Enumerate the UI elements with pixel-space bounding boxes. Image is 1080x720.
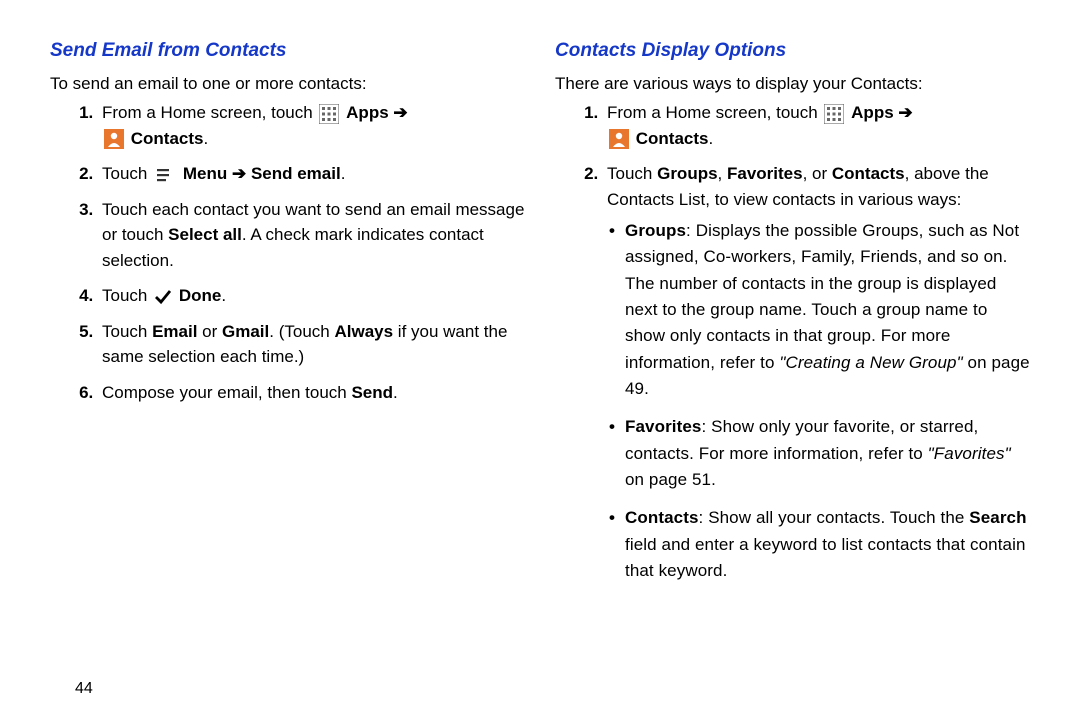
- text: Touch: [607, 164, 657, 183]
- step-6: Compose your email, then touch Send.: [98, 380, 525, 406]
- bullet-favorites: Favorites: Show only your favorite, or s…: [625, 414, 1030, 493]
- email-label: Email: [152, 322, 197, 341]
- text: , or: [803, 164, 832, 183]
- manual-page: Send Email from Contacts To send an emai…: [0, 0, 1080, 606]
- select-all-label: Select all: [168, 225, 242, 244]
- apps-label: Apps: [851, 103, 894, 122]
- text: Touch: [102, 322, 152, 341]
- send-label: Send: [351, 383, 393, 402]
- label: Groups: [625, 221, 686, 240]
- contacts-icon: [104, 129, 124, 149]
- step-2: Touch Menu ➔ Send email.: [98, 161, 525, 187]
- send-email-label: Send email: [251, 164, 341, 183]
- page-number: 44: [75, 680, 93, 698]
- step-3: Touch each contact you want to send an e…: [98, 197, 525, 274]
- contacts-tab-label: Contacts: [832, 164, 905, 183]
- gmail-label: Gmail: [222, 322, 269, 341]
- left-column: Send Email from Contacts To send an emai…: [50, 40, 525, 596]
- menu-label: Menu: [183, 164, 227, 183]
- favorites-label: Favorites: [727, 164, 803, 183]
- apps-grid-icon: [319, 104, 339, 124]
- text: field and enter a keyword to list contac…: [625, 535, 1026, 580]
- always-label: Always: [334, 322, 393, 341]
- reference-link: "Favorites": [928, 444, 1011, 463]
- contacts-icon: [609, 129, 629, 149]
- label: Favorites: [625, 417, 702, 436]
- search-label: Search: [969, 508, 1026, 527]
- text: From a Home screen, touch: [102, 103, 317, 122]
- arrow-icon: ➔: [232, 164, 246, 183]
- done-label: Done: [179, 286, 222, 305]
- apps-label: Apps: [346, 103, 389, 122]
- apps-grid-icon: [824, 104, 844, 124]
- groups-label: Groups: [657, 164, 717, 183]
- steps-list: From a Home screen, touch Apps ➔ Contact…: [50, 100, 525, 405]
- bullet-groups: Groups: Displays the possible Groups, su…: [625, 218, 1030, 402]
- section-heading-send-email: Send Email from Contacts: [50, 40, 525, 62]
- intro-text: There are various ways to display your C…: [555, 74, 1030, 94]
- text: : Show all your contacts. Touch the: [699, 508, 970, 527]
- arrow-icon: ➔: [898, 103, 912, 122]
- period: .: [221, 286, 226, 305]
- sub-bullet-list: Groups: Displays the possible Groups, su…: [607, 218, 1030, 584]
- text: Touch: [102, 164, 152, 183]
- bullet-contacts: Contacts: Show all your contacts. Touch …: [625, 505, 1030, 584]
- arrow-icon: ➔: [393, 103, 407, 122]
- text: or: [197, 322, 222, 341]
- text: From a Home screen, touch: [607, 103, 822, 122]
- period: .: [341, 164, 346, 183]
- text: ,: [718, 164, 727, 183]
- text: Touch: [102, 286, 152, 305]
- checkmark-icon: [154, 289, 172, 305]
- right-column: Contacts Display Options There are vario…: [555, 40, 1030, 596]
- contacts-label: Contacts: [636, 129, 709, 148]
- step-4: Touch Done.: [98, 283, 525, 309]
- text: on page 51.: [625, 470, 716, 489]
- reference-link: "Creating a New Group": [779, 353, 962, 372]
- text: : Displays the possible Groups, such as …: [625, 221, 1019, 372]
- step-1: From a Home screen, touch Apps ➔ Contact…: [98, 100, 525, 151]
- menu-icon: [154, 167, 176, 183]
- period: .: [708, 129, 713, 148]
- section-heading-display-options: Contacts Display Options: [555, 40, 1030, 62]
- step-2: Touch Groups, Favorites, or Contacts, ab…: [603, 161, 1030, 584]
- steps-list: From a Home screen, touch Apps ➔ Contact…: [555, 100, 1030, 584]
- period: .: [203, 129, 208, 148]
- label: Contacts: [625, 508, 699, 527]
- step-1: From a Home screen, touch Apps ➔ Contact…: [603, 100, 1030, 151]
- intro-text: To send an email to one or more contacts…: [50, 74, 525, 94]
- period: .: [393, 383, 398, 402]
- text: . (Touch: [269, 322, 334, 341]
- step-5: Touch Email or Gmail. (Touch Always if y…: [98, 319, 525, 370]
- contacts-label: Contacts: [131, 129, 204, 148]
- text: Compose your email, then touch: [102, 383, 351, 402]
